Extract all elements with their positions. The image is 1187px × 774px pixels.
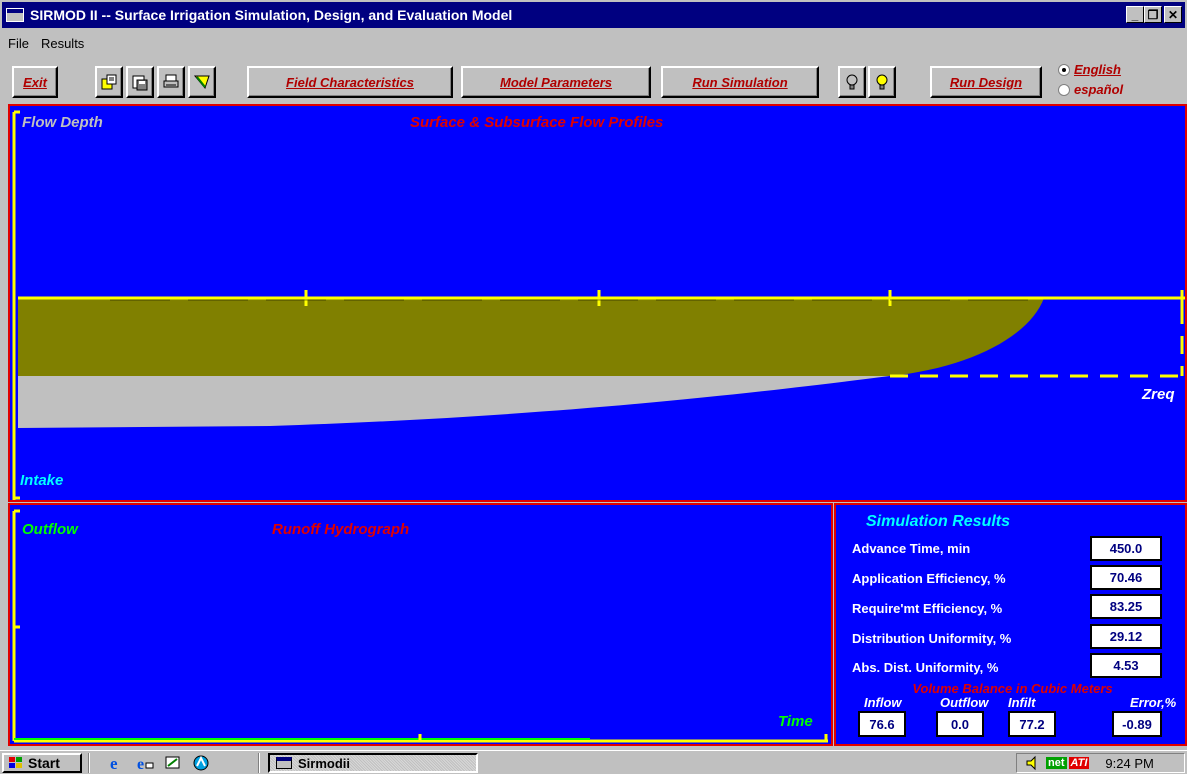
sirmodii-task-icon xyxy=(276,757,292,769)
flow-profile-panel: Flow Depth Surface & Subsurface Flow Pro… xyxy=(8,104,1187,502)
simulation-results-panel: Simulation Results Advance Time, min 450… xyxy=(834,503,1187,746)
chart-tool-icon xyxy=(193,75,210,90)
outlook-express-icon[interactable]: e xyxy=(136,754,154,772)
app-icon xyxy=(6,8,24,22)
surface-flow-profile xyxy=(18,298,1044,376)
hydrograph-chart xyxy=(12,509,828,743)
lightbulb-lit-icon xyxy=(876,74,888,90)
windows-logo-icon xyxy=(9,757,22,768)
open-file-icon xyxy=(101,74,117,90)
title-bar: SIRMOD II -- Surface Irrigation Simulati… xyxy=(2,2,1185,28)
abs-dist-uniformity-value: 4.53 xyxy=(1090,653,1162,678)
task-label: Sirmodii xyxy=(298,755,351,771)
application-efficiency-label: Application Efficiency, % xyxy=(852,571,1006,586)
clock: 9:24 PM xyxy=(1105,755,1154,771)
printer-icon xyxy=(163,74,179,88)
outflow-value: 0.0 xyxy=(936,711,984,737)
advance-time-label: Advance Time, min xyxy=(852,541,971,556)
spanish-radio-dot xyxy=(1058,83,1070,96)
error-label: Error,% xyxy=(1130,695,1177,710)
results-title: Simulation Results xyxy=(866,513,1011,530)
volume-icon[interactable] xyxy=(1025,755,1043,771)
internet-explorer-icon[interactable]: e xyxy=(108,754,126,772)
inflow-label: Inflow xyxy=(864,695,902,710)
network-badge[interactable]: net xyxy=(1046,757,1067,769)
lightbulb-icon xyxy=(846,74,858,90)
error-value: -0.89 xyxy=(1112,711,1162,737)
menu-results[interactable]: Results xyxy=(35,36,90,51)
taskbar-separator-2 xyxy=(258,753,260,773)
run-simulation-button[interactable]: Run Simulation xyxy=(661,66,819,98)
requirement-efficiency-label: Require'mt Efficiency, % xyxy=(852,601,1003,616)
save-file-button[interactable] xyxy=(126,66,154,98)
quick-launch: e e xyxy=(108,754,210,772)
spanish-label: español xyxy=(1074,82,1124,97)
desktop-icon[interactable] xyxy=(164,754,182,772)
application-efficiency-value: 70.46 xyxy=(1090,565,1162,590)
menu-file[interactable]: File xyxy=(2,36,35,51)
runoff-hydrograph-panel: Outflow Runoff Hydrograph Time xyxy=(8,503,833,746)
english-label: English xyxy=(1074,62,1121,77)
distribution-uniformity-label: Distribution Uniformity, % xyxy=(852,631,1012,646)
taskbar-separator-1 xyxy=(88,753,90,773)
flow-profile-chart xyxy=(12,110,1185,500)
model-parameters-button[interactable]: Model Parameters xyxy=(461,66,651,98)
maximize-button[interactable]: ❐ xyxy=(1144,6,1162,23)
close-button[interactable]: ✕ xyxy=(1164,6,1182,23)
profile-title: Surface & Subsurface Flow Profiles xyxy=(410,114,664,131)
channels-icon[interactable] xyxy=(192,754,210,772)
flow-depth-label: Flow Depth xyxy=(22,114,103,131)
taskbar: Start e e Sirmodii net ATI 9:24 PM xyxy=(0,750,1187,774)
start-label: Start xyxy=(28,755,60,771)
toolbar: Exit Field Characteristics Model Paramet… xyxy=(2,58,1185,104)
advance-time-value: 450.0 xyxy=(1090,536,1162,561)
start-button[interactable]: Start xyxy=(2,753,82,773)
english-radio-dot xyxy=(1058,63,1070,76)
exit-button[interactable]: Exit xyxy=(12,66,58,98)
run-design-button[interactable]: Run Design xyxy=(930,66,1042,98)
ati-badge[interactable]: ATI xyxy=(1068,757,1090,769)
infilt-value: 77.2 xyxy=(1008,711,1056,737)
time-label: Time xyxy=(778,713,813,730)
field-characteristics-button[interactable]: Field Characteristics xyxy=(247,66,453,98)
hint-off-button[interactable] xyxy=(838,66,866,98)
hint-on-button[interactable] xyxy=(868,66,896,98)
system-tray: net ATI 9:24 PM xyxy=(1016,753,1185,773)
minimize-button[interactable]: _ xyxy=(1126,6,1144,23)
zreq-label: Zreq xyxy=(1142,386,1175,403)
chart-tool-button[interactable] xyxy=(188,66,216,98)
requirement-efficiency-value: 83.25 xyxy=(1090,594,1162,619)
menu-bar: File Results xyxy=(2,30,90,56)
intake-label: Intake xyxy=(20,472,64,489)
subsurface-profile xyxy=(18,376,890,428)
print-button[interactable] xyxy=(157,66,185,98)
svg-text:e: e xyxy=(137,756,144,772)
english-radio[interactable]: English xyxy=(1058,62,1121,77)
taskbar-item-sirmodii[interactable]: Sirmodii xyxy=(268,753,478,773)
hydrograph-title: Runoff Hydrograph xyxy=(272,521,410,538)
spanish-radio[interactable]: español xyxy=(1058,82,1123,97)
volume-balance-title: Volume Balance in Cubic Meters xyxy=(912,681,1113,696)
outflow-label: Outflow xyxy=(22,521,78,538)
sirmod-window: SIRMOD II -- Surface Irrigation Simulati… xyxy=(0,0,1187,750)
svg-text:e: e xyxy=(110,754,118,772)
window-title: SIRMOD II -- Surface Irrigation Simulati… xyxy=(30,7,513,23)
inflow-value: 76.6 xyxy=(858,711,906,737)
save-file-icon xyxy=(132,75,148,91)
outflow-vb-label: Outflow xyxy=(940,695,989,710)
distribution-uniformity-value: 29.12 xyxy=(1090,624,1162,649)
infilt-label: Infilt xyxy=(1008,695,1036,710)
abs-dist-uniformity-label: Abs. Dist. Uniformity, % xyxy=(852,660,999,675)
open-file-button[interactable] xyxy=(95,66,123,98)
